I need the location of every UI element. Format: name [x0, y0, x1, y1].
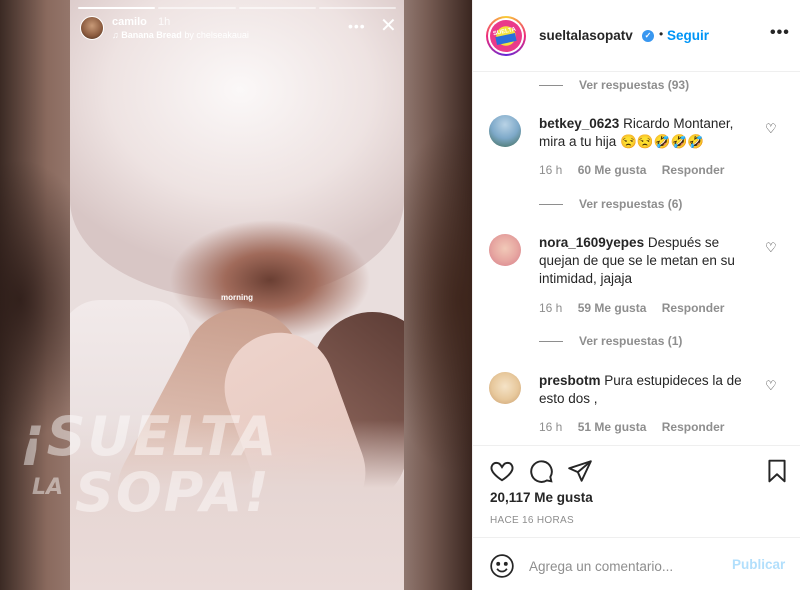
comment-input[interactable]: [529, 552, 725, 580]
separator: •: [659, 27, 664, 41]
story-time: 1h: [158, 16, 171, 28]
save-bookmark-icon[interactable]: [764, 458, 790, 484]
comment-bubble-icon[interactable]: [528, 458, 554, 484]
story-header: camilo 1h ♫ Banana Bread by chelseakauai…: [78, 14, 398, 44]
share-paper-plane-icon[interactable]: [567, 458, 593, 484]
watermark-la: LA: [32, 475, 64, 500]
verified-badge-icon: ✓: [642, 30, 654, 42]
comment-meta: 16 h 59 Me gusta Responder: [539, 301, 736, 315]
divider: [539, 203, 563, 205]
avatar[interactable]: [489, 372, 521, 404]
publish-button[interactable]: Publicar: [732, 557, 785, 572]
comment-meta: 16 h 51 Me gusta Responder: [539, 420, 736, 434]
view-replies-button[interactable]: Ver respuestas (1): [539, 331, 682, 351]
comment-username[interactable]: betkey_0623: [539, 116, 619, 131]
progress-segment: [158, 7, 236, 9]
story-username[interactable]: camilo: [112, 16, 147, 28]
view-replies-label: Ver respuestas (93): [579, 78, 690, 92]
comment-username[interactable]: presbotm: [539, 373, 601, 388]
story-music[interactable]: ♫ Banana Bread by chelseakauai: [112, 30, 249, 40]
heart-icon[interactable]: ♡: [765, 240, 777, 256]
like-heart-icon[interactable]: [489, 458, 515, 484]
story-media-panel: camilo 1h ♫ Banana Bread by chelseakauai…: [0, 0, 472, 590]
watermark-line1: ¡SUELTA: [20, 405, 279, 468]
follow-button[interactable]: Seguir: [667, 28, 709, 43]
comment-body: nora_1609yepes Después se quejan de que …: [539, 234, 759, 288]
progress-segment: [318, 7, 396, 9]
more-options-button[interactable]: •••: [770, 24, 790, 42]
view-replies-button[interactable]: Ver respuestas (6): [539, 194, 682, 214]
view-replies-label: Ver respuestas (6): [579, 197, 683, 211]
account-avatar[interactable]: SUELTA: [486, 16, 526, 56]
comment-time: 16 h: [539, 301, 563, 315]
more-horizontal-icon[interactable]: •••: [348, 18, 366, 34]
divider: [539, 340, 563, 342]
avatar[interactable]: [489, 234, 521, 266]
emoji-smiley-icon[interactable]: [489, 553, 515, 579]
likes-count[interactable]: 20,117 Me gusta: [490, 490, 593, 505]
story-progress-bar: [78, 7, 396, 9]
heart-icon[interactable]: ♡: [765, 378, 777, 394]
comment-username[interactable]: nora_1609yepes: [539, 235, 644, 250]
reply-button[interactable]: Responder: [662, 163, 725, 177]
music-note-icon: ♫: [112, 30, 119, 40]
add-comment-bar: Publicar: [473, 537, 800, 590]
story-avatar[interactable]: [80, 16, 104, 40]
progress-segment: [238, 7, 316, 9]
comment-meta: 16 h 60 Me gusta Responder: [539, 163, 736, 177]
comment-likes[interactable]: 60 Me gusta: [578, 163, 647, 177]
view-replies-label: Ver respuestas (1): [579, 334, 683, 348]
comment-body: presbotm Pura estupideces la de esto dos…: [539, 372, 759, 408]
music-title: Banana Bread: [121, 30, 182, 40]
music-artist: by chelseakauai: [184, 30, 249, 40]
reply-button[interactable]: Responder: [662, 301, 725, 315]
reply-button[interactable]: Responder: [662, 420, 725, 434]
watermark-logo: ¡SUELTA LA SOPA!: [20, 405, 320, 545]
brand-logo: SUELTA: [490, 20, 522, 52]
close-icon[interactable]: ✕: [380, 16, 397, 36]
comments-list: Ver respuestas (93) betkey_0623 Ricardo …: [473, 73, 800, 445]
comment-likes[interactable]: 51 Me gusta: [578, 420, 647, 434]
heart-icon[interactable]: ♡: [765, 121, 777, 137]
post-panel: SUELTA sueltalasopatv ✓ • Seguir ••• Ver…: [472, 0, 800, 590]
comment-likes[interactable]: 59 Me gusta: [578, 301, 647, 315]
divider: [539, 84, 563, 86]
progress-segment: [78, 7, 156, 9]
account-username[interactable]: sueltalasopatv: [539, 28, 633, 43]
comment-time: 16 h: [539, 163, 563, 177]
post-actions: 20,117 Me gusta HACE 16 HORAS Publicar: [473, 445, 800, 590]
comment-time: 16 h: [539, 420, 563, 434]
avatar[interactable]: [489, 115, 521, 147]
story-text-sticker: morning: [221, 293, 253, 302]
post-timestamp: HACE 16 HORAS: [490, 515, 574, 526]
watermark-line2: SOPA!: [75, 461, 271, 524]
post-header: SUELTA sueltalasopatv ✓ • Seguir •••: [473, 0, 800, 72]
comment-body: betkey_0623 Ricardo Montaner, mira a tu …: [539, 115, 759, 151]
view-replies-button[interactable]: Ver respuestas (93): [539, 75, 689, 95]
